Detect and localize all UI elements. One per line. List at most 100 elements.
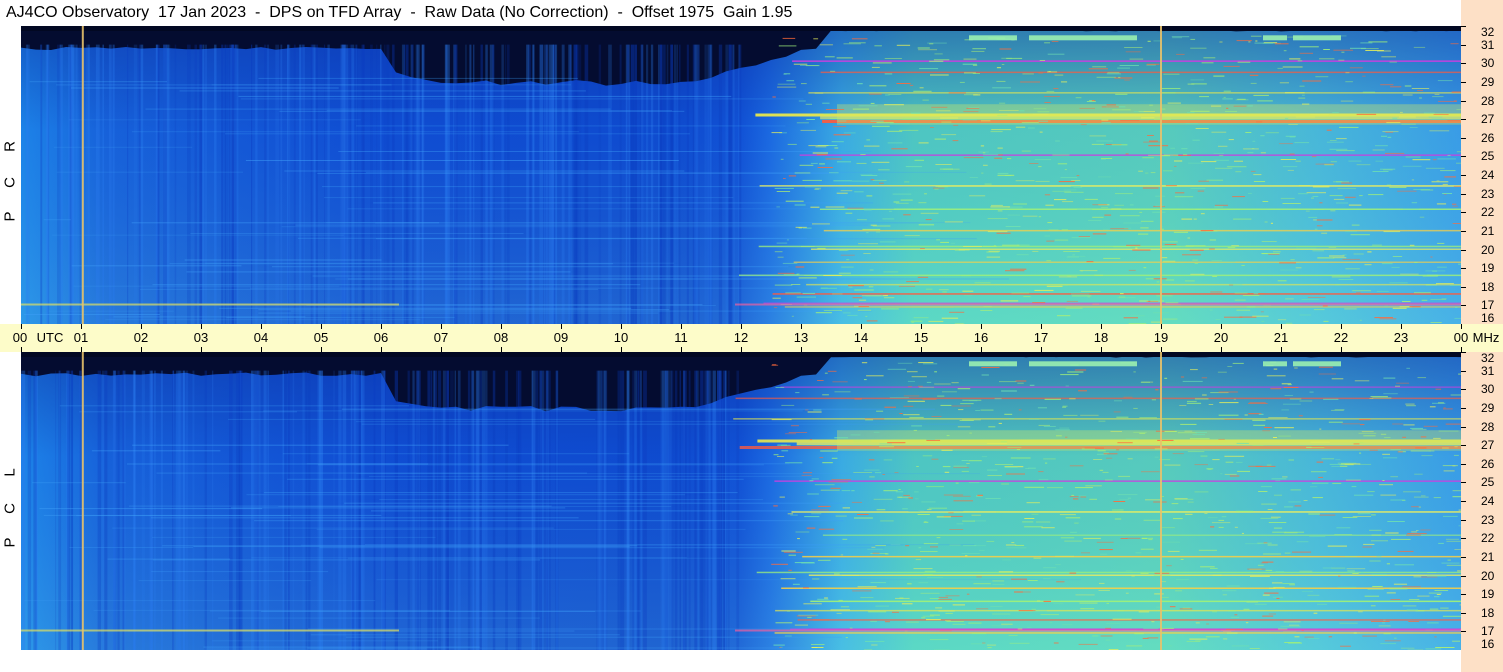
speckle: [783, 274, 799, 276]
speckle: [1192, 434, 1205, 436]
speckle: [1299, 400, 1313, 402]
speckle: [1358, 432, 1377, 434]
texture-stripe: [318, 370, 323, 650]
speckle: [1106, 602, 1109, 604]
rfi-band: [793, 261, 1461, 263]
speckle: [1038, 72, 1043, 74]
speckle: [968, 482, 980, 484]
speckle: [1140, 381, 1150, 383]
speckle: [1441, 562, 1460, 564]
speckle: [1032, 113, 1049, 115]
speckle: [1111, 208, 1122, 210]
speckle: [1282, 203, 1301, 204]
speckle: [1194, 491, 1209, 493]
texture-stripe: [154, 370, 156, 650]
speckle: [1044, 235, 1050, 237]
speckle: [1234, 299, 1246, 301]
speckle: [1387, 521, 1405, 522]
speckle: [1018, 409, 1022, 411]
texture-stripe: [386, 44, 390, 324]
speckle: [1186, 245, 1206, 247]
speckle: [1409, 127, 1418, 128]
texture-stripe: [232, 44, 237, 324]
speckle: [858, 105, 878, 107]
texture-stripe: [618, 370, 621, 650]
speckle: [1115, 193, 1133, 195]
speckle: [991, 129, 1011, 131]
speckle: [1187, 451, 1205, 453]
speckle: [1089, 135, 1107, 137]
time-tick: [1101, 347, 1102, 352]
speckle: [1284, 117, 1289, 119]
rfi-band: [820, 71, 1461, 74]
speckle: [959, 420, 974, 421]
speckle: [1053, 642, 1059, 644]
freq-tick: [1461, 352, 1466, 353]
texture-stripe: [21, 370, 26, 650]
speckle: [811, 478, 819, 480]
night-line: [258, 312, 659, 314]
texture-stripe: [202, 44, 205, 324]
speckle: [1167, 550, 1180, 552]
speckle: [1194, 398, 1209, 400]
speckle: [1062, 405, 1068, 407]
speckle: [956, 523, 964, 525]
night-line: [355, 421, 926, 423]
texture-stripe: [59, 44, 63, 324]
speckle: [817, 167, 833, 168]
speckle: [1252, 140, 1256, 142]
texture-stripe: [446, 370, 449, 650]
texture-stripe: [535, 370, 539, 650]
speckle: [1237, 61, 1251, 63]
speckle: [1112, 509, 1124, 511]
chart-title: AJ4CO Observatory 17 Jan 2023 - DPS on T…: [0, 0, 1461, 26]
speckle: [792, 583, 800, 585]
speckle: [1249, 402, 1266, 404]
speckle: [1052, 190, 1072, 192]
speckle: [904, 181, 910, 183]
speckle: [1334, 409, 1345, 411]
texture-stripe: [58, 370, 62, 650]
speckle: [812, 223, 830, 225]
speckle: [786, 239, 789, 241]
speckle: [1024, 486, 1045, 488]
speckle: [797, 538, 800, 540]
speckle: [990, 605, 1003, 607]
speckle: [1227, 366, 1233, 367]
speckle: [1272, 596, 1283, 598]
speckle: [1402, 165, 1422, 167]
speckle: [857, 83, 863, 85]
speckle: [1431, 118, 1446, 120]
speckle: [1141, 117, 1155, 119]
speckle: [1237, 98, 1246, 100]
time-tick: [261, 347, 262, 352]
speckle: [1289, 136, 1296, 138]
freq-tick-label: 21: [1481, 223, 1495, 238]
speckle: [1142, 157, 1154, 159]
texture-stripe: [728, 44, 732, 324]
speckle: [931, 416, 942, 417]
speckle: [1260, 486, 1272, 488]
speckle: [961, 460, 969, 461]
speckle: [1248, 192, 1252, 194]
speckle: [1345, 556, 1358, 558]
speckle: [1220, 473, 1223, 475]
speckle: [1429, 130, 1450, 132]
speckle: [1342, 258, 1360, 260]
speckle: [841, 490, 851, 492]
texture-stripe: [185, 370, 189, 650]
speckle: [1356, 164, 1371, 166]
speckle: [1125, 51, 1141, 53]
speckle: [795, 392, 800, 394]
freq-tick: [1461, 268, 1466, 269]
speckle: [1307, 296, 1326, 298]
speckle: [1005, 226, 1021, 227]
speckle: [780, 578, 796, 580]
speckle: [1016, 449, 1020, 450]
speckle: [802, 472, 813, 474]
speckle: [1193, 218, 1197, 220]
night-line: [290, 310, 872, 312]
speckle: [1452, 223, 1461, 224]
texture-stripe: [97, 370, 101, 650]
speckle: [850, 434, 861, 436]
